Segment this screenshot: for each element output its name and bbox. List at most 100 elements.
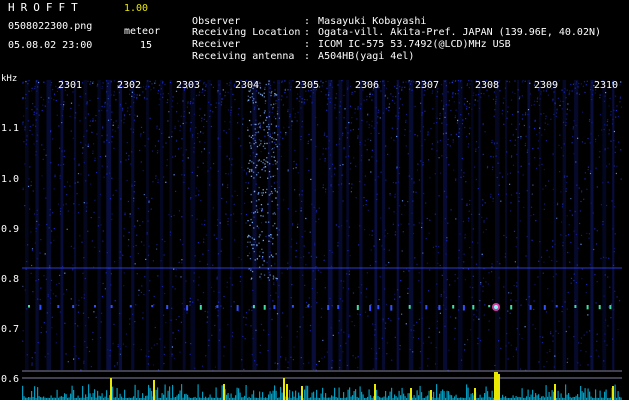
noise-speck	[268, 83, 270, 85]
noise-speck	[248, 135, 251, 137]
noise-speck	[53, 93, 56, 95]
noise-speck	[52, 89, 54, 91]
noise-speck	[200, 131, 202, 133]
noise-speck	[359, 143, 361, 146]
noise-speck	[253, 212, 255, 214]
noise-speck	[529, 82, 531, 84]
noise-speck	[540, 91, 542, 93]
noise-speck	[207, 311, 209, 313]
noise-speck	[439, 114, 441, 116]
noise-speck	[149, 280, 151, 282]
noise-speck	[206, 120, 208, 122]
noise-speck	[167, 120, 169, 122]
noise-speck	[538, 132, 540, 134]
noise-speck	[260, 273, 262, 275]
noise-speck	[288, 82, 290, 84]
noise-speck	[76, 193, 78, 195]
noise-speck	[43, 322, 45, 324]
meteor-spike	[474, 388, 476, 400]
noise-speck	[338, 332, 340, 334]
noise-speck	[573, 120, 575, 122]
noise-speck	[173, 268, 175, 270]
noise-speck	[359, 141, 361, 143]
noise-speck	[271, 111, 273, 114]
noise-speck	[429, 177, 431, 179]
activity-bar	[362, 394, 364, 400]
activity-bar	[584, 388, 586, 400]
noise-speck	[517, 136, 519, 138]
noise-speck	[111, 213, 113, 215]
noise-speck	[252, 152, 254, 154]
noise-speck	[140, 291, 142, 293]
noise-speck	[606, 165, 608, 167]
noise-speck	[109, 105, 111, 107]
noise-speck	[251, 237, 253, 239]
activity-bar	[413, 395, 415, 400]
noise-speck	[144, 145, 146, 147]
noise-speck	[614, 290, 616, 292]
noise-speck	[58, 125, 60, 127]
activity-bar	[467, 387, 469, 400]
noise-speck	[563, 176, 565, 178]
noise-streak	[240, 80, 243, 370]
noise-speck	[343, 331, 345, 333]
activity-bar	[502, 394, 504, 400]
noise-speck	[315, 116, 317, 119]
noise-speck	[520, 136, 522, 138]
noise-speck	[256, 211, 259, 213]
noise-speck	[373, 127, 375, 129]
noise-speck	[266, 142, 268, 145]
noise-speck	[349, 255, 351, 257]
noise-speck	[256, 364, 258, 366]
noise-speck	[523, 124, 525, 127]
noise-speck	[217, 170, 219, 172]
noise-speck	[441, 93, 444, 95]
noise-speck	[594, 228, 596, 230]
noise-speck	[505, 193, 507, 195]
noise-speck	[480, 96, 482, 98]
noise-speck	[385, 108, 387, 110]
noise-speck	[245, 317, 247, 319]
noise-speck	[171, 355, 173, 357]
noise-speck	[416, 263, 418, 265]
noise-speck	[552, 240, 554, 242]
noise-speck	[224, 95, 226, 97]
noise-speck	[256, 145, 259, 148]
noise-speck	[501, 113, 503, 115]
noise-speck	[180, 147, 182, 149]
noise-streak	[346, 80, 350, 370]
noise-speck	[367, 209, 369, 211]
activity-bar	[343, 392, 345, 400]
noise-speck	[153, 304, 155, 306]
noise-speck	[348, 155, 350, 157]
noise-speck	[479, 340, 482, 342]
noise-speck	[195, 187, 198, 189]
noise-speck	[452, 139, 454, 141]
noise-speck	[402, 81, 404, 83]
noise-speck	[287, 262, 289, 264]
noise-speck	[604, 95, 606, 97]
activity-bar	[187, 394, 189, 400]
activity-bar	[614, 384, 616, 400]
noise-speck	[579, 364, 581, 366]
noise-speck	[213, 234, 215, 236]
noise-speck	[422, 252, 424, 254]
noise-speck	[171, 307, 173, 309]
noise-speck	[560, 191, 562, 193]
noise-speck	[99, 193, 101, 196]
noise-speck	[258, 255, 261, 257]
noise-speck	[58, 282, 60, 284]
activity-bar	[418, 395, 420, 400]
activity-bar	[149, 388, 151, 400]
noise-speck	[405, 145, 407, 147]
noise-speck	[573, 279, 575, 282]
noise-speck	[512, 164, 515, 166]
noise-speck	[32, 190, 34, 192]
noise-speck	[540, 256, 543, 258]
noise-speck	[203, 81, 205, 84]
noise-speck	[339, 164, 341, 166]
noise-speck	[259, 251, 261, 253]
noise-speck	[534, 157, 536, 159]
noise-speck	[255, 329, 257, 331]
noise-speck	[254, 155, 257, 158]
